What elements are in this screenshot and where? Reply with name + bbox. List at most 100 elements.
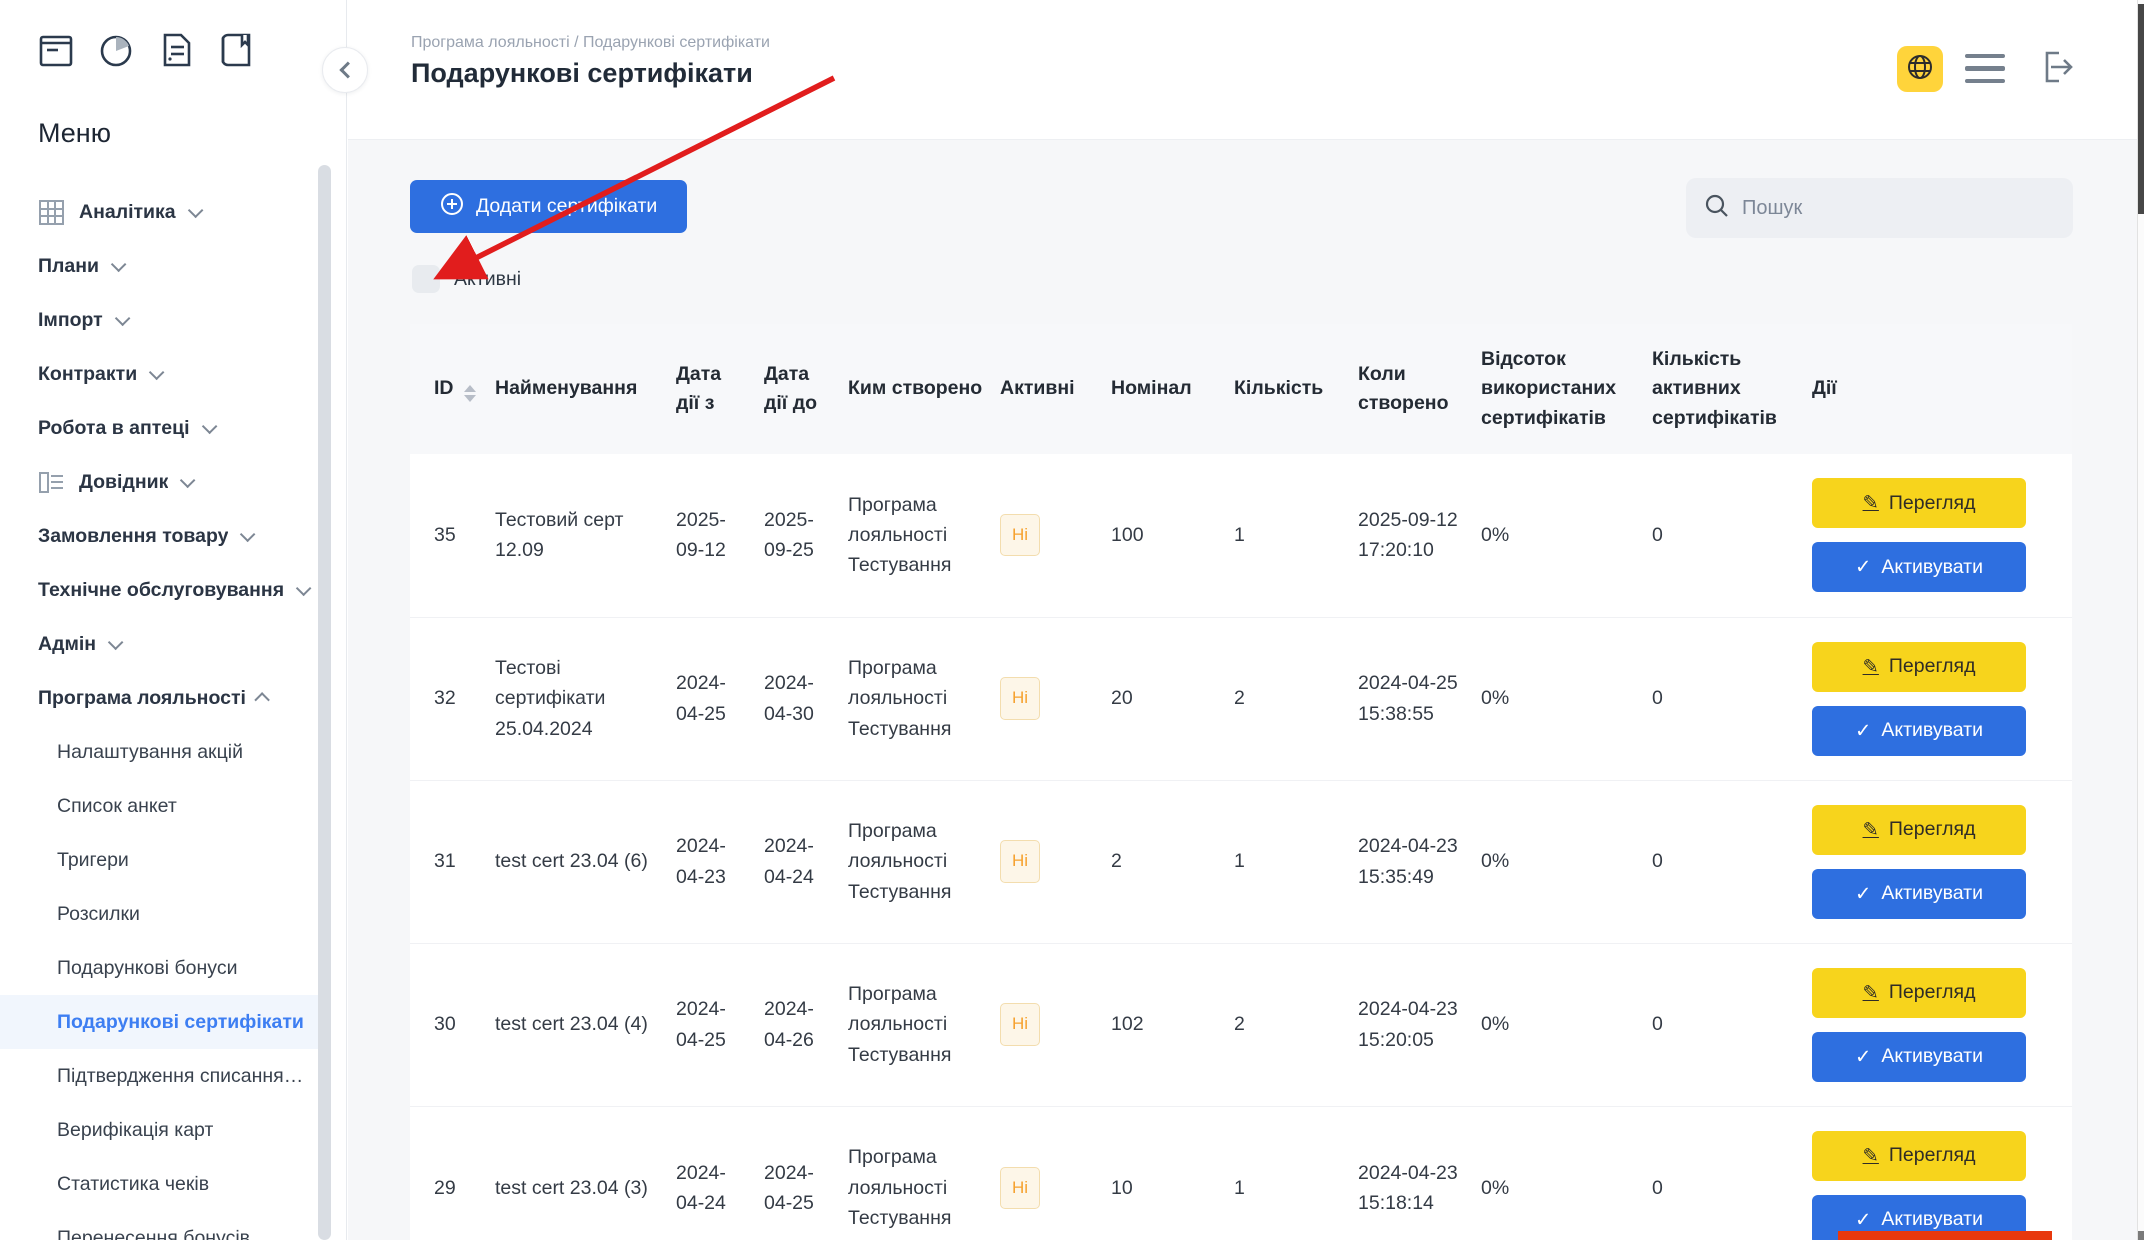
add-certificates-button[interactable]: Додати сертифікати xyxy=(410,180,688,233)
pencil-icon: ✎ xyxy=(1862,655,1879,678)
menu-toggle-button[interactable] xyxy=(1965,46,2011,92)
cell-quantity: 2 xyxy=(1234,616,1358,780)
search-input[interactable] xyxy=(1742,196,2042,220)
column-header: Кількість xyxy=(1234,324,1358,454)
sidebar-item[interactable]: Програма лояльності xyxy=(0,671,318,725)
cell-name: Тестові сертифікати 25.04.2024 xyxy=(495,616,676,780)
chevron-down-icon xyxy=(240,526,256,542)
activate-button[interactable]: ✓ Активувати xyxy=(1812,1194,2026,1240)
sidebar-item-active[interactable]: Подарункові сертифікати xyxy=(0,995,318,1049)
sidebar-item[interactable]: Довідник xyxy=(0,455,318,509)
activate-button[interactable]: ✓ Активувати xyxy=(1812,705,2026,756)
sidebar-item[interactable]: Налаштування акцій xyxy=(0,725,318,779)
sidebar-item[interactable]: Імпорт xyxy=(0,293,318,347)
cell-quantity: 1 xyxy=(1234,779,1358,943)
status-badge: Ні xyxy=(1000,677,1041,720)
column-header-label: Кількість активних сертифікатів xyxy=(1652,348,1777,429)
certificates-table-card: ID Найменування Дата дії з Дата дії до Ким с… xyxy=(410,324,2072,1240)
cell-created-at: 2024-04-23 15:18:14 xyxy=(1358,1105,1481,1240)
page-scrollbar[interactable] xyxy=(2137,0,2144,1240)
view-button[interactable]: ✎ Перегляд xyxy=(1812,1130,2026,1181)
cell-actions: ✎ Перегляд ✓ Активувати xyxy=(1812,1105,2072,1240)
view-button[interactable]: ✎ Перегляд xyxy=(1812,967,2026,1018)
column-header-label: Ким створено xyxy=(848,377,983,400)
view-button-label: Перегляд xyxy=(1888,1144,1976,1167)
sidebar-item[interactable]: Технічне обслуговування xyxy=(0,563,318,617)
activate-button-label: Активувати xyxy=(1881,882,1983,904)
cell-id: 29 xyxy=(410,1105,495,1240)
table-row: 35 Тестовий серт 12.09 2025-09-12 2025-09-2… xyxy=(410,454,2072,617)
chevron-down-icon xyxy=(149,364,165,380)
check-icon: ✓ xyxy=(1855,1208,1872,1231)
cell-created-by: Програма лояльності Тестування xyxy=(848,616,1000,780)
sidebar-item[interactable]: Аналітика xyxy=(0,185,318,239)
sidebar-item[interactable]: Подарункові бонуси xyxy=(0,941,318,995)
pencil-icon: ✎ xyxy=(1862,818,1879,841)
column-header: Кількість активних сертифікатів xyxy=(1652,324,1812,454)
column-header: Коли створено xyxy=(1358,324,1481,454)
sidebar-item-label: Контракти xyxy=(38,362,138,385)
cell-nominal: 20 xyxy=(1111,616,1234,780)
activate-button[interactable]: ✓ Активувати xyxy=(1812,868,2026,919)
sidebar-item[interactable]: Замовлення товару xyxy=(0,509,318,563)
sidebar-item[interactable]: Контракти xyxy=(0,347,318,401)
column-header-label: Дії xyxy=(1812,377,1837,400)
active-filter: Активні xyxy=(412,264,2137,294)
pencil-icon: ✎ xyxy=(1862,492,1879,515)
cell-quantity: 2 xyxy=(1234,942,1358,1106)
cell-actions: ✎ Перегляд ✓ Активувати xyxy=(1812,779,2072,943)
sidebar-item[interactable]: Верифікація карт xyxy=(0,1103,318,1157)
page-scrollbar-thumb[interactable] xyxy=(2138,4,2144,214)
pie-chart-icon[interactable] xyxy=(96,30,136,70)
sidebar-item[interactable]: Плани xyxy=(0,239,318,293)
logout-icon xyxy=(2033,45,2077,92)
list-icon xyxy=(38,469,65,496)
activate-button[interactable]: ✓ Активувати xyxy=(1812,542,2026,593)
archive-box-icon[interactable] xyxy=(36,30,76,70)
sidebar-collapse-button[interactable] xyxy=(322,47,368,93)
search-box xyxy=(1686,178,2073,238)
sidebar-quick-icons xyxy=(36,30,346,70)
sidebar-item[interactable]: Розсилки xyxy=(0,887,318,941)
active-filter-checkbox[interactable] xyxy=(412,265,440,293)
language-button[interactable] xyxy=(1897,45,1943,92)
sidebar-item[interactable]: Список анкет xyxy=(0,779,318,833)
sidebar: Меню Аналітика Плани Імпорт Контракти Робота… xyxy=(0,0,347,1240)
sidebar-item[interactable]: Статистика чеків xyxy=(0,1157,318,1211)
main-content: Додати сертифікати Активні ID Найменуванн… xyxy=(348,140,2137,1240)
logout-button[interactable] xyxy=(2033,45,2077,92)
sidebar-item[interactable]: Адмін xyxy=(0,617,318,671)
view-button[interactable]: ✎ Перегляд xyxy=(1812,641,2026,692)
chevron-down-icon xyxy=(295,580,312,596)
column-header[interactable]: ID xyxy=(410,324,495,454)
activate-button[interactable]: ✓ Активувати xyxy=(1812,1031,2026,1082)
active-filter-label: Активні xyxy=(454,267,522,290)
check-icon: ✓ xyxy=(1855,719,1872,742)
sidebar-nav-list: Аналітика Плани Імпорт Контракти Робота в ап… xyxy=(0,185,346,1240)
status-badge: Ні xyxy=(1000,1003,1041,1046)
cell-active: Ні xyxy=(1000,1105,1111,1240)
sidebar-item-label: Список анкет xyxy=(57,794,177,817)
view-button[interactable]: ✎ Перегляд xyxy=(1812,478,2026,529)
cell-nominal: 10 xyxy=(1111,1105,1234,1240)
cell-date-to: 2025-09-25 xyxy=(764,454,848,617)
column-header-label: Коли створено xyxy=(1358,362,1449,414)
sidebar-item[interactable]: Тригери xyxy=(0,833,318,887)
document-icon[interactable] xyxy=(156,30,196,70)
sort-icon[interactable] xyxy=(463,385,476,403)
sidebar-item[interactable]: Робота в аптеці xyxy=(0,401,318,455)
view-button[interactable]: ✎ Перегляд xyxy=(1812,804,2026,855)
book-icon[interactable] xyxy=(216,30,256,70)
sidebar-scrollbar[interactable] xyxy=(318,165,331,1240)
chevron-down-icon xyxy=(107,634,124,650)
sidebar-item[interactable]: Перенесення бонусів xyxy=(0,1211,318,1240)
column-header: Дії xyxy=(1812,324,2072,454)
sidebar-item[interactable]: Підтвердження списання бону... xyxy=(0,1049,318,1103)
chevron-left-icon xyxy=(339,61,357,79)
pencil-icon: ✎ xyxy=(1862,1144,1879,1167)
globe-icon xyxy=(1905,52,1935,85)
cell-date-to: 2024-04-30 xyxy=(764,616,848,780)
search-icon xyxy=(1704,193,1730,224)
page-title: Подарункові сертифікати xyxy=(411,58,753,88)
view-button-label: Перегляд xyxy=(1888,491,1976,514)
